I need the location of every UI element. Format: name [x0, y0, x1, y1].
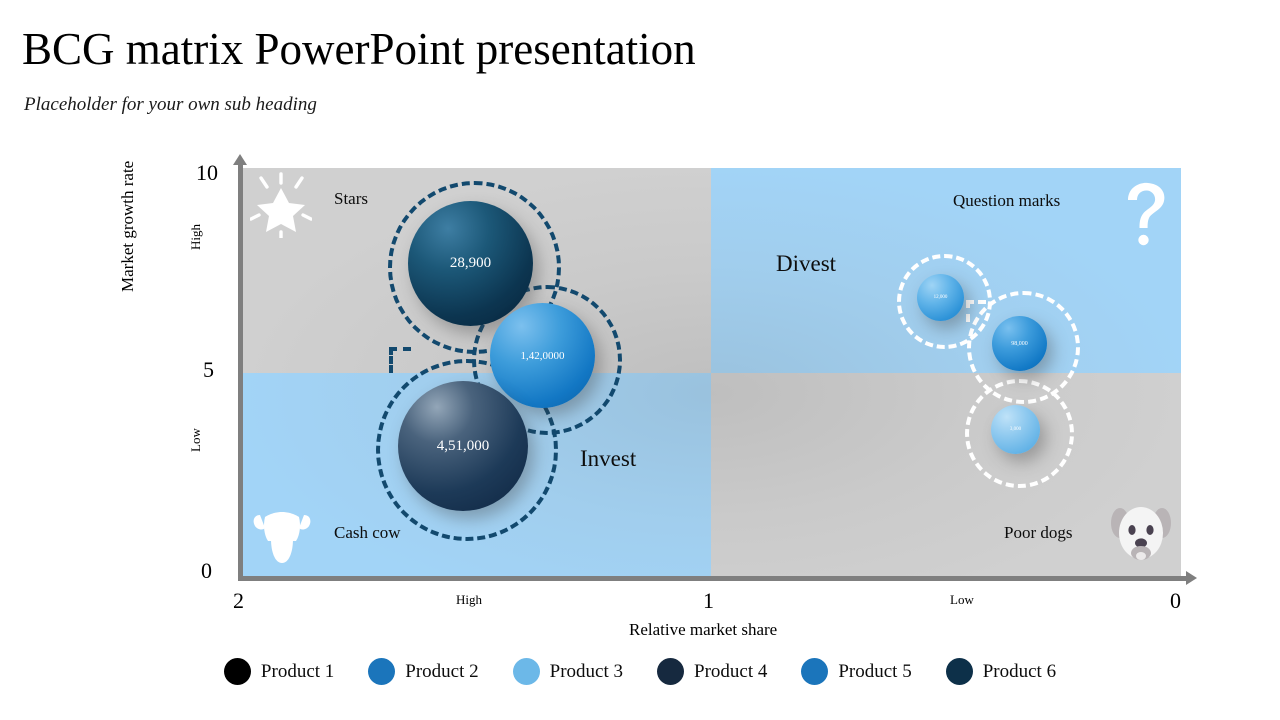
quadrant-label-stars: Stars [334, 189, 368, 208]
x-tick-2: 2 [233, 588, 244, 613]
question-mark-icon [1128, 182, 1165, 246]
legend-dot-product-1 [223, 658, 251, 685]
dog-icon [1111, 507, 1171, 560]
bubble-value-3: 4,51,000 [436, 437, 490, 454]
bubble-product-3[interactable]: 4,51,000 [398, 381, 528, 511]
x-axis-title: Relative market share [629, 620, 778, 639]
legend-dot-product-6 [945, 658, 973, 685]
y-tick-low: Low [188, 428, 203, 452]
x-tick-high: High [456, 592, 482, 607]
y-tick-0: 0 [201, 558, 212, 583]
y-axis-arrow [233, 154, 247, 165]
legend-item-product-4[interactable]: Product 4 [657, 658, 767, 685]
legend-label-product-1: Product 1 [260, 660, 335, 682]
x-tick-1: 1 [703, 588, 714, 613]
legend-item-product-5[interactable]: Product 5 [801, 658, 912, 685]
bubble-product-5[interactable]: 98,000 [992, 316, 1047, 371]
bubble-product-4[interactable]: 12,000 [917, 274, 964, 321]
cow-icon [253, 512, 311, 563]
legend-item-product-6[interactable]: Product 6 [945, 658, 1057, 685]
quadrant-label-cash-cow: Cash cow [334, 523, 401, 542]
bubble-value-4: 12,000 [933, 295, 948, 300]
bubble-product-2[interactable]: 1,42,0000 [490, 303, 595, 408]
y-axis-title: Market growth rate [118, 160, 137, 292]
quadrant-label-poor-dogs: Poor dogs [1004, 523, 1073, 542]
legend-label-product-4: Product 4 [694, 660, 768, 682]
legend-dot-product-5 [801, 658, 829, 685]
y-tick-high: High [188, 224, 203, 250]
bubble-value-6: 3,000 [1009, 427, 1022, 432]
bubble-value-1: 28,900 [449, 255, 492, 271]
legend-label-product-5: Product 5 [838, 660, 912, 682]
connector-elbow-2 [389, 347, 393, 373]
action-label-invest: Invest [580, 446, 637, 471]
y-axis-line [238, 162, 243, 580]
legend-dot-product-3 [512, 658, 540, 685]
bubble-value-2: 1,42,0000 [520, 349, 565, 362]
bcg-matrix-chart: 10 High 5 Low 0 Market growth rate 2 Hig… [0, 0, 1280, 720]
legend-label-product-3: Product 3 [549, 660, 623, 682]
x-axis-arrow [1186, 571, 1197, 585]
action-label-divest: Divest [776, 251, 837, 276]
legend-dot-product-4 [657, 658, 684, 685]
legend-item-product-1[interactable]: Product 1 [223, 658, 335, 685]
legend-item-product-3[interactable]: Product 3 [512, 658, 623, 685]
x-tick-0: 0 [1170, 588, 1181, 613]
legend-dot-product-2 [368, 658, 396, 685]
legend-item-product-2[interactable]: Product 2 [368, 658, 479, 685]
legend-label-product-6: Product 6 [982, 660, 1057, 682]
quadrant-label-question-marks: Question marks [953, 191, 1061, 210]
y-tick-10: 10 [196, 160, 218, 185]
bubble-product-1[interactable]: 28,900 [408, 201, 533, 326]
star-icon [250, 172, 312, 238]
x-tick-low: Low [950, 592, 974, 607]
y-tick-5: 5 [203, 357, 214, 382]
chart-legend: Product 1 Product 2 Product 3 Product 4 … [0, 658, 1280, 685]
bubble-product-6[interactable]: 3,000 [991, 405, 1040, 454]
legend-label-product-2: Product 2 [405, 660, 479, 682]
x-axis-line [238, 576, 1188, 581]
bubble-value-5: 98,000 [1011, 340, 1028, 347]
